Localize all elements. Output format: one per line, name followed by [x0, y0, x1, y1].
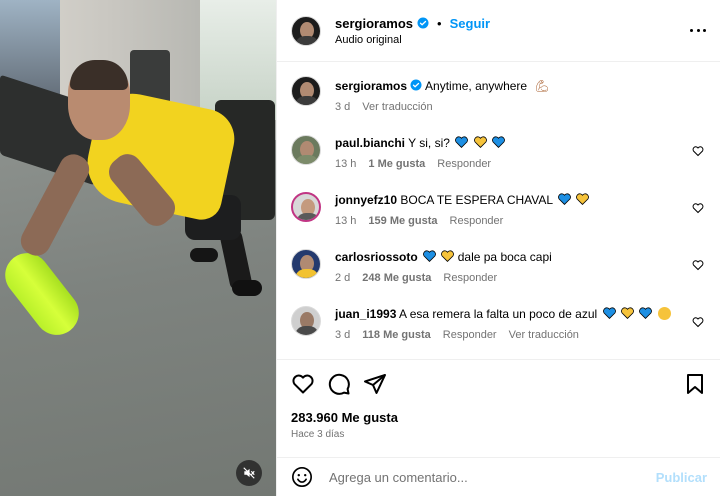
like-comment-heart-icon[interactable]: [692, 202, 704, 214]
comment-item: carlosriossoto dale pa boca capi 2 d 248…: [291, 249, 706, 284]
blue-heart-icon: [602, 307, 616, 319]
speaker-muted-icon: [243, 467, 255, 479]
likes-count[interactable]: 283.960 Me gusta: [291, 410, 707, 425]
comment-input[interactable]: [329, 469, 656, 485]
comment-text: BOCA TE ESPERA CHAVAL: [400, 193, 553, 207]
post-actions: 283.960 Me gusta Hace 3 días: [277, 359, 720, 440]
flexed-biceps-icon: 💪︎: [534, 79, 550, 93]
reply-button[interactable]: Responder: [450, 215, 504, 227]
more-options-icon[interactable]: [690, 22, 706, 38]
verified-badge-icon: [417, 17, 429, 29]
like-comment-heart-icon[interactable]: [692, 145, 704, 157]
mute-button[interactable]: [236, 460, 262, 486]
audio-label[interactable]: Audio original: [335, 34, 490, 46]
avatar[interactable]: [291, 249, 321, 279]
comment-age: 13 h: [335, 215, 357, 227]
comment-likes[interactable]: 248 Me gusta: [362, 272, 431, 284]
comment-username[interactable]: jonnyefz10: [335, 193, 397, 207]
blue-heart-icon: [558, 193, 571, 205]
post-details-panel: sergioramos • Seguir Audio original serg…: [276, 0, 720, 496]
like-comment-heart-icon[interactable]: [692, 316, 704, 328]
post-header: sergioramos • Seguir Audio original: [277, 0, 720, 62]
shoe: [232, 280, 262, 296]
avatar[interactable]: [291, 15, 321, 46]
blue-heart-icon: [492, 136, 505, 148]
avatar[interactable]: [291, 192, 321, 222]
caption-age: 3 d: [335, 101, 351, 113]
comment-username[interactable]: carlosriossoto: [335, 250, 418, 264]
separator: •: [437, 15, 442, 31]
caption-text: Anytime, anywhere: [425, 79, 528, 93]
reply-button[interactable]: Responder: [443, 329, 497, 341]
blue-heart-icon: [455, 136, 469, 148]
verified-badge-icon: [410, 79, 422, 91]
comment-username[interactable]: paul.bianchi: [335, 136, 405, 150]
add-comment-bar: Publicar: [277, 457, 720, 496]
comment-text: A esa remera la falta un poco de azul: [399, 307, 598, 321]
like-comment-heart-icon[interactable]: [692, 259, 704, 271]
caption-username[interactable]: sergioramos: [335, 79, 407, 93]
comment-item: paul.bianchi Y si, si? 13 h 1 Me gusta R…: [291, 135, 706, 170]
comment-text: dale pa boca capi: [457, 250, 552, 264]
publish-button[interactable]: Publicar: [656, 470, 707, 485]
blue-heart-icon: [423, 250, 436, 262]
shoe: [190, 248, 218, 262]
yellow-heart-icon: [473, 136, 487, 148]
comment-age: 3 d: [335, 329, 351, 341]
comment-age: 2 d: [335, 272, 351, 284]
yellow-heart-icon: [620, 307, 634, 319]
yellow-heart-icon: [441, 250, 455, 262]
reply-button[interactable]: Responder: [443, 272, 497, 284]
comment-likes[interactable]: 118 Me gusta: [362, 329, 430, 341]
comment-item: juan_i1993 A esa remera la falta un poco…: [291, 306, 706, 341]
avatar[interactable]: [291, 135, 321, 165]
like-heart-icon[interactable]: [291, 372, 315, 396]
translate-link[interactable]: Ver traducción: [362, 101, 432, 113]
translate-link[interactable]: Ver traducción: [509, 329, 579, 341]
post-video[interactable]: [0, 0, 276, 496]
follow-button[interactable]: Seguir: [450, 16, 490, 31]
comment-likes[interactable]: 159 Me gusta: [368, 215, 437, 227]
emoji-picker-icon[interactable]: [291, 466, 313, 488]
avatar[interactable]: [291, 306, 321, 336]
instagram-post: sergioramos • Seguir Audio original serg…: [0, 0, 720, 496]
comment-likes[interactable]: 1 Me gusta: [368, 158, 425, 170]
comment-item: jonnyefz10 BOCA TE ESPERA CHAVAL 13 h 15…: [291, 192, 706, 227]
caption: sergioramos Anytime, anywhere 💪︎ 3 d Ver…: [291, 76, 706, 113]
share-icon[interactable]: [363, 372, 387, 396]
comment-age: 13 h: [335, 158, 357, 170]
post-age: Hace 3 días: [291, 429, 345, 440]
blue-heart-icon: [639, 307, 653, 319]
star-struck-emoji-icon: [657, 307, 671, 320]
comment-username[interactable]: juan_i1993: [335, 307, 396, 321]
save-bookmark-icon[interactable]: [683, 372, 707, 396]
comment-text: Y si, si?: [408, 136, 450, 150]
author-username[interactable]: sergioramos: [335, 16, 413, 31]
avatar[interactable]: [291, 76, 321, 106]
comments-list: sergioramos Anytime, anywhere 💪︎ 3 d Ver…: [277, 62, 720, 357]
yellow-heart-icon: [576, 193, 590, 205]
reply-button[interactable]: Responder: [437, 158, 491, 170]
comment-icon[interactable]: [327, 372, 351, 396]
